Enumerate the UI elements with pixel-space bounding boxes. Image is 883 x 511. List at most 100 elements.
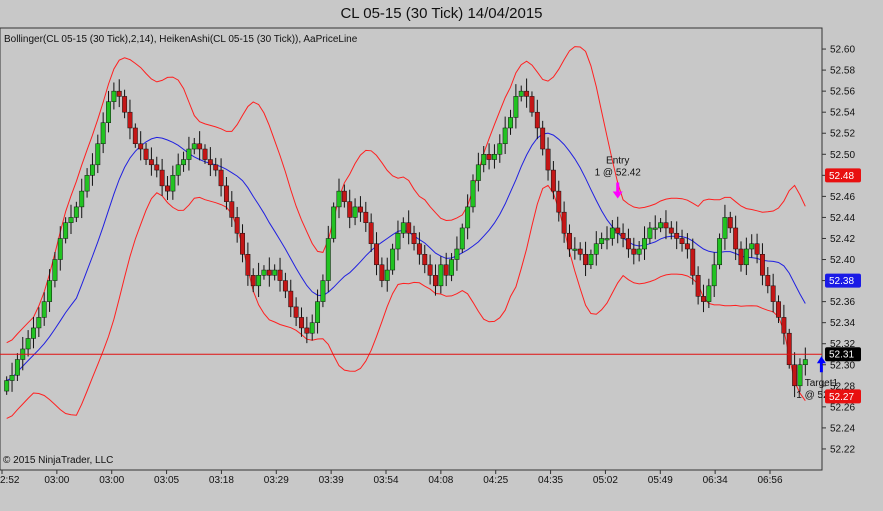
candle-body [320,280,326,302]
candle-body [116,90,122,97]
candle-body [84,175,90,192]
candle-body [218,169,224,187]
candle-body [540,127,546,150]
candle-body [416,243,422,255]
candle-body [609,227,615,239]
candle-body [52,259,58,281]
candle-body [765,275,771,287]
candle-body [63,222,69,239]
x-tick-label: 03:39 [319,475,344,486]
candle-body [663,222,669,229]
candle-body [336,190,342,208]
x-tick-label: 05:49 [648,475,673,486]
price-badge-label: 52.48 [829,171,854,182]
candle-body [449,259,455,276]
candle-body [395,232,401,250]
candle-body [400,222,406,234]
y-tick-label: 52.54 [830,108,855,119]
candle-body [341,190,347,202]
candle-body [717,238,723,266]
y-tick-label: 52.24 [830,423,855,434]
candle-body [347,201,353,218]
candle-body [620,232,626,239]
candle-body [315,301,321,323]
candle-body [304,327,310,334]
candle-body [213,164,219,171]
candle-body [127,111,133,129]
candle-body [73,206,79,218]
y-tick-label: 52.46 [830,192,855,203]
candle-body [572,248,578,251]
x-tick-label: 03:29 [264,475,289,486]
price-badge-label: 52.38 [829,276,854,287]
x-tick-label: 03:05 [154,475,179,486]
candle-body [792,364,798,387]
candle-body [9,375,15,381]
candle-body [36,317,42,329]
y-tick-label: 52.52 [830,129,855,140]
candle-body [738,248,744,266]
candle-body [288,290,294,308]
chart-canvas[interactable]: Entry1 @ 52.42Target11 @ 52.31 52.2252.2… [0,0,883,511]
candle-body [427,264,433,276]
candle-body [786,332,792,366]
candle-body [513,96,519,118]
candle-body [438,264,444,287]
candle-body [642,238,647,250]
candle-body [754,243,760,255]
entry-label: Entry [606,155,629,166]
candle-body [266,269,272,276]
candle-body [534,111,540,129]
y-axis: 52.2252.2452.2652.2852.3052.3252.3452.36… [822,45,861,455]
candle-body [727,217,733,229]
candle-body [550,169,556,192]
copyright-label: © 2015 NinjaTrader, LLC [3,455,113,466]
price-badge: 52.48 [825,168,861,183]
candle-body [497,143,503,155]
candle-body [154,164,160,171]
candle-body [331,206,337,239]
candle-body [433,275,438,287]
candle-body [223,185,229,202]
candle-body [272,269,278,276]
x-tick-label: 04:35 [538,475,563,486]
candle-body [293,306,299,318]
candle-body [797,364,803,387]
candle-body [470,180,476,208]
candle-body [111,90,117,102]
candle-body [636,248,642,255]
candle-body [138,143,144,150]
candle-body [422,254,428,266]
x-tick-label: 04:08 [428,475,453,486]
candle-body [390,248,396,271]
x-tick-label: 03:18 [209,475,234,486]
y-tick-label: 52.30 [830,360,855,371]
candle-body [502,127,508,145]
candle-body [593,243,599,255]
candle-body [197,143,203,150]
plot-area[interactable] [0,27,823,471]
price-badge-label: 52.31 [829,350,854,361]
candle-body [363,211,369,223]
candle-body [668,227,674,234]
candle-body [186,148,192,160]
candle-body [106,101,111,123]
price-badge: 52.31 [825,347,861,362]
candle-body [802,359,808,366]
price-badge: 52.27 [825,389,861,404]
candle-body [556,190,562,213]
candle-body [240,232,245,255]
candle-body [256,275,262,287]
candle-body [282,280,288,292]
candle-body [518,90,524,97]
candle-body [781,317,787,334]
y-tick-label: 52.26 [830,402,855,413]
candle-body [588,254,594,266]
candle-body [459,227,465,250]
x-tick-label: 2:52 [0,475,20,486]
candle-body [411,232,417,244]
y-tick-label: 52.50 [830,150,855,161]
y-tick-label: 52.44 [830,213,855,224]
candle-body [631,248,637,255]
candle-body [567,232,572,250]
